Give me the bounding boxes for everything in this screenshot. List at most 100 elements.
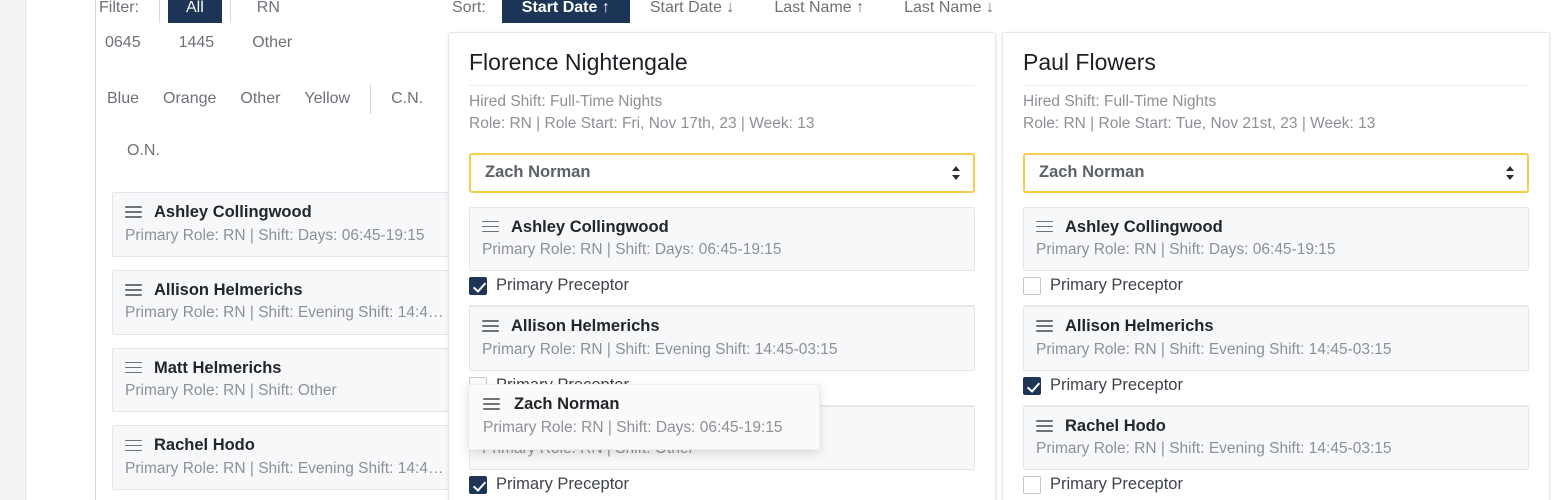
list-item-title: Rachel Hodo (125, 435, 451, 456)
nurse-name: Rachel Hodo (154, 436, 255, 455)
assigned-nurse-item[interactable]: Allison Helmerichs Primary Role: RN | Shi… (1023, 306, 1529, 371)
primary-preceptor-row[interactable]: Primary Preceptor (1023, 371, 1529, 405)
preceptor-select-wrapper-secondary: Zach Norman (1023, 152, 1529, 193)
drag-handle-icon[interactable] (125, 361, 142, 374)
list-item[interactable]: Matt Helmerichs Primary Role: RN | Shift:… (112, 347, 464, 413)
preceptor-select-value: Zach Norman (485, 163, 591, 182)
drag-handle-icon[interactable] (482, 320, 499, 332)
list-item-title: Matt Helmerichs (125, 358, 451, 379)
filter-shift-0645[interactable]: 0645 (99, 30, 147, 56)
list-item[interactable]: Rachel Hodo Primary Role: RN | Shift: Eve… (112, 425, 464, 491)
drag-handle-icon[interactable] (125, 439, 142, 452)
drag-handle-icon[interactable] (483, 398, 500, 410)
assignment-list-secondary: Ashley Collingwood Primary Role: RN | Shi… (1023, 206, 1529, 500)
filter-team-other[interactable]: Other (228, 86, 292, 112)
drag-preview-detail: Primary Role: RN | Shift: Days: 06:45-19… (483, 418, 783, 436)
role-start-text: Role: RN | Role Start: Tue, Nov 21st, 23… (1023, 115, 1376, 133)
filter-team-yellow[interactable]: Yellow (292, 86, 362, 112)
filter-role-row: Filter: All RN (99, 0, 298, 24)
primary-preceptor-label: Primary Preceptor (1050, 375, 1183, 394)
drag-handle-icon[interactable] (1036, 320, 1053, 332)
nurse-detail: Primary Role: RN | Shift: Evening Shift:… (482, 340, 838, 358)
filter-separator-3 (370, 84, 372, 114)
filter-shift-other[interactable]: Other (246, 30, 298, 56)
assigned-nurse-item[interactable]: Rachel Hodo Primary Role: RN | Shift: Eve… (1023, 405, 1529, 471)
nurse-pool-list: Ashley Collingwood Primary Role: RN | Shi… (112, 192, 464, 500)
preceptor-select-value: Zach Norman (1039, 163, 1145, 182)
list-item-title: Allison Helmerichs (125, 280, 451, 301)
filter-team-orange[interactable]: Orange (151, 86, 228, 112)
filter-nurse-type-cn[interactable]: C.N. (379, 86, 435, 112)
filter-nurse-type-row: O.N. (115, 138, 172, 164)
drag-handle-icon[interactable] (1036, 220, 1053, 233)
assignment-group: Allison Helmerichs Primary Role: RN | Shi… (1023, 306, 1529, 406)
nurse-name: Allison Helmerichs (154, 280, 303, 299)
primary-preceptor-checkbox[interactable] (469, 476, 487, 495)
hired-shift-text: Hired Shift: Full-Time Nights (469, 92, 663, 110)
sort-start-date-desc[interactable]: Start Date ↓ (630, 0, 754, 23)
drag-preview-item[interactable]: Zach Norman Primary Role: RN | Shift: Da… (468, 384, 820, 450)
drag-preview-name: Zach Norman (514, 395, 620, 413)
primary-preceptor-row[interactable]: Primary Preceptor (1023, 470, 1529, 500)
primary-preceptor-label: Primary Preceptor (1050, 276, 1183, 295)
primary-preceptor-label: Primary Preceptor (496, 475, 629, 494)
assignment-group: Ashley Collingwood Primary Role: RN | Shi… (469, 206, 975, 307)
primary-preceptor-label: Primary Preceptor (496, 276, 629, 295)
preceptor-select[interactable]: Zach Norman (469, 152, 975, 193)
primary-preceptor-row[interactable]: Primary Preceptor (469, 271, 975, 305)
assignment-list: Ashley Collingwood Primary Role: RN | Shi… (469, 206, 975, 500)
nurse-detail: Primary Role: RN | Shift: Evening Shift:… (125, 304, 451, 322)
preceptee-card-paul: Paul Flowers Hired Shift: Full-Time Nigh… (1002, 32, 1550, 500)
nurse-name: Allison Helmerichs (511, 317, 660, 336)
nurse-detail: Primary Role: RN | Shift: Evening Shift:… (1036, 440, 1392, 458)
filter-shift-row: 0645 1445 Other (99, 30, 298, 56)
assigned-nurse-title: Ashley Collingwood (1036, 217, 1516, 238)
primary-preceptor-row[interactable]: Primary Preceptor (469, 470, 975, 500)
primary-preceptor-checkbox[interactable] (1023, 376, 1041, 395)
sort-last-name-desc[interactable]: Last Name ↓ (884, 0, 1014, 23)
primary-preceptor-checkbox[interactable] (469, 277, 487, 296)
sort-start-date-asc[interactable]: Start Date ↑ (501, 0, 630, 24)
assigned-nurse-title: Allison Helmerichs (482, 316, 962, 337)
sidebar-divider (95, 0, 96, 500)
drag-handle-icon[interactable] (1036, 419, 1053, 432)
filter-nurse-type-on[interactable]: O.N. (115, 138, 172, 164)
nurse-detail: Primary Role: RN | Shift: Evening Shift:… (1036, 340, 1392, 358)
filter-option-all[interactable]: All (168, 0, 222, 24)
drag-handle-icon[interactable] (125, 206, 142, 218)
filter-team-row: Blue Orange Other Yellow C.N. (95, 84, 435, 114)
assigned-nurse-item[interactable]: Ashley Collingwood Primary Role: RN | Shi… (469, 206, 975, 272)
nurse-detail: Primary Role: RN | Shift: Evening Shift:… (125, 459, 451, 477)
nurse-name: Allison Helmerichs (1065, 317, 1214, 336)
nurse-name: Ashley Collingwood (154, 203, 312, 221)
assigned-nurse-item[interactable]: Ashley Collingwood Primary Role: RN | Shi… (1023, 206, 1529, 272)
assigned-nurse-title: Rachel Hodo (1036, 416, 1516, 437)
nurse-detail: Primary Role: RN | Shift: Other (125, 382, 337, 400)
primary-preceptor-row[interactable]: Primary Preceptor (1023, 271, 1529, 305)
drag-handle-icon[interactable] (125, 284, 142, 296)
assigned-nurse-title: Allison Helmerichs (1036, 316, 1516, 337)
primary-preceptor-checkbox[interactable] (1023, 277, 1041, 296)
filter-team-blue[interactable]: Blue (95, 86, 151, 112)
filter-separator-2 (229, 0, 231, 23)
hired-shift-text: Hired Shift: Full-Time Nights (1023, 92, 1217, 110)
filter-shift-1445[interactable]: 1445 (173, 30, 221, 56)
list-item-title: Ashley Collingwood (125, 202, 451, 223)
preceptee-meta-secondary: Hired Shift: Full-Time Nights Role: RN |… (1023, 91, 1529, 136)
preceptor-select-wrapper: Zach Norman (469, 152, 975, 193)
filter-option-rn[interactable]: RN (239, 0, 298, 23)
assignment-group: Rachel Hodo Primary Role: RN | Shift: Eve… (1023, 405, 1529, 500)
preceptor-select-secondary[interactable]: Zach Norman (1023, 152, 1529, 193)
nurse-detail: Primary Role: RN | Shift: Days: 06:45-19… (1036, 241, 1336, 259)
primary-preceptor-label: Primary Preceptor (1050, 475, 1183, 494)
drag-handle-icon[interactable] (482, 220, 499, 233)
preceptee-meta: Hired Shift: Full-Time Nights Role: RN |… (469, 91, 975, 136)
sort-bar: Sort: Start Date ↑ Start Date ↓ Last Nam… (452, 0, 1014, 24)
nurse-pool-sidebar: Filter: All RN 0645 1445 Other Blue Oran… (27, 0, 464, 500)
sort-last-name-asc[interactable]: Last Name ↑ (754, 0, 884, 23)
list-item[interactable]: Allison Helmerichs Primary Role: RN | Shi… (112, 269, 464, 335)
list-item[interactable]: Ashley Collingwood Primary Role: RN | Shi… (112, 192, 464, 257)
assigned-nurse-item[interactable]: Allison Helmerichs Primary Role: RN | Shi… (469, 306, 975, 371)
primary-preceptor-checkbox[interactable] (1023, 476, 1041, 495)
preceptor-assignment-screen: Filter: All RN 0645 1445 Other Blue Oran… (0, 0, 1560, 500)
